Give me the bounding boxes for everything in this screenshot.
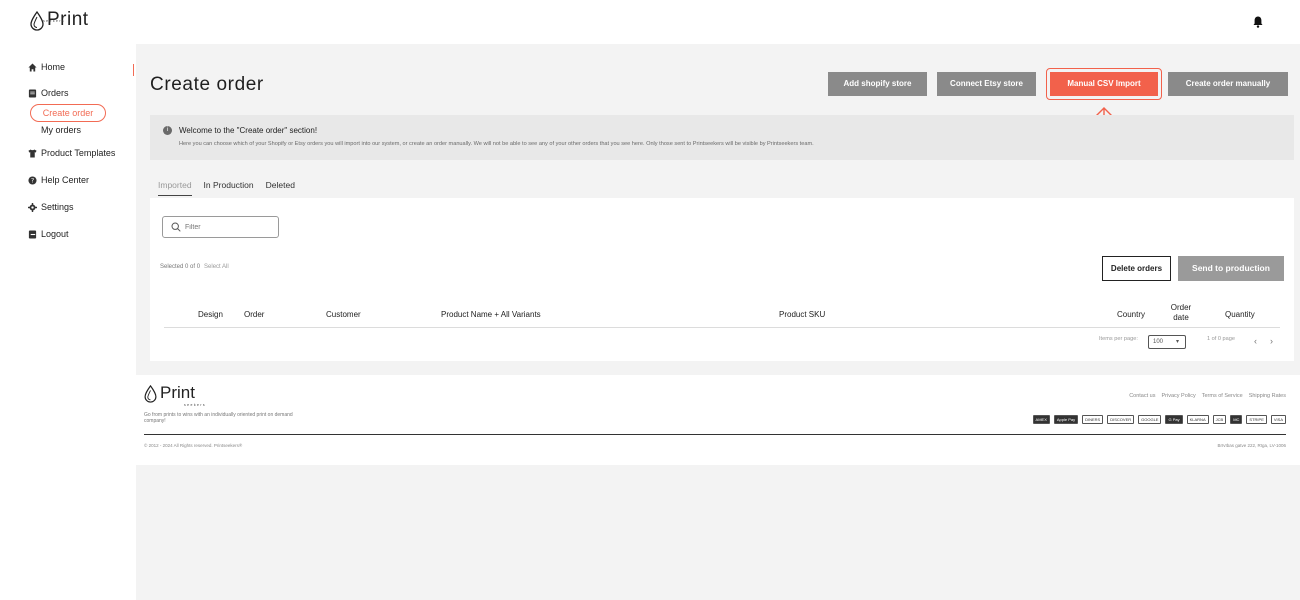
welcome-banner: i Welcome to the "Create order" section!… bbox=[150, 115, 1294, 160]
sidebar-item-product-templates[interactable]: Product Templates bbox=[28, 148, 115, 158]
items-per-page-label: Items per page: bbox=[1099, 336, 1138, 342]
create-order-manually-button[interactable]: Create order manually bbox=[1168, 72, 1288, 96]
footer-link-shipping[interactable]: Shipping Rates bbox=[1249, 393, 1286, 399]
items-per-page-value: 100 bbox=[1153, 339, 1164, 345]
sidebar-item-settings[interactable]: Settings bbox=[28, 202, 74, 212]
home-icon bbox=[28, 62, 37, 72]
column-header-order[interactable]: Order bbox=[244, 310, 264, 319]
add-shopify-store-button[interactable]: Add shopify store bbox=[828, 72, 927, 96]
footer-link-terms[interactable]: Terms of Service bbox=[1202, 393, 1243, 399]
discover-icon: DISCOVER bbox=[1107, 415, 1135, 424]
column-header-country[interactable]: Country bbox=[1117, 310, 1145, 319]
sidebar-item-my-orders[interactable]: My orders bbox=[41, 125, 81, 135]
sidebar: Home Orders Create order My orders Produ… bbox=[0, 44, 136, 600]
filter-input[interactable] bbox=[185, 223, 275, 231]
active-indicator bbox=[133, 64, 134, 76]
sidebar-item-label: Settings bbox=[41, 202, 74, 212]
manual-csv-import-button[interactable]: Manual CSV Import bbox=[1050, 72, 1158, 96]
page-title: Create order bbox=[150, 74, 264, 95]
next-page-icon[interactable]: › bbox=[1270, 336, 1273, 346]
order-tabs: Imported In Production Deleted bbox=[158, 180, 295, 196]
sidebar-item-label: Product Templates bbox=[41, 148, 116, 158]
caret-down-icon: ▾ bbox=[1175, 339, 1179, 345]
column-header-product-name[interactable]: Product Name + All Variants bbox=[441, 310, 541, 319]
page-info: 1 of 0 page bbox=[1207, 336, 1235, 342]
items-per-page-select[interactable]: 100 ▾ bbox=[1148, 335, 1186, 349]
tab-in-production[interactable]: In Production bbox=[204, 180, 254, 196]
bell-icon[interactable] bbox=[1253, 16, 1263, 28]
footer-brand-sub: seekers bbox=[184, 403, 207, 407]
filter-box[interactable] bbox=[162, 216, 279, 238]
drop-logo-icon bbox=[30, 11, 44, 31]
column-header-product-sku[interactable]: Product SKU bbox=[779, 310, 825, 319]
column-header-quantity[interactable]: Quantity bbox=[1225, 310, 1255, 319]
sidebar-item-label: Home bbox=[41, 62, 66, 72]
prev-page-icon[interactable]: ‹ bbox=[1254, 336, 1257, 346]
footer-link-privacy[interactable]: Privacy Policy bbox=[1161, 393, 1195, 399]
footer-brand-name: Print bbox=[160, 383, 195, 402]
selected-count: Selected 0 of 0 bbox=[160, 264, 201, 270]
search-icon bbox=[171, 222, 181, 232]
brand-sub: seekers bbox=[43, 19, 66, 23]
footer-links: Contact us Privacy Policy Terms of Servi… bbox=[1129, 393, 1286, 399]
mastercard-icon: MC bbox=[1230, 415, 1243, 424]
table-header-divider bbox=[164, 327, 1280, 328]
logout-icon bbox=[28, 229, 37, 239]
footer-tagline: Go from prints to wins with an individua… bbox=[144, 412, 293, 424]
selection-info: Selected 0 of 0 Select All bbox=[160, 264, 229, 270]
footer-copyright: © 2012 - 2024 All Rights reserved. Print… bbox=[144, 443, 243, 448]
sidebar-item-home[interactable]: Home bbox=[28, 62, 65, 72]
shirt-icon bbox=[28, 148, 37, 158]
diners-icon: DINERS bbox=[1082, 415, 1104, 424]
svg-text:?: ? bbox=[31, 177, 34, 184]
tab-deleted[interactable]: Deleted bbox=[266, 180, 295, 196]
welcome-title: Welcome to the "Create order" section! bbox=[179, 126, 318, 135]
footer-link-contact[interactable]: Contact us bbox=[1129, 393, 1155, 399]
drop-logo-icon bbox=[144, 385, 157, 403]
send-to-production-button[interactable]: Send to production bbox=[1178, 256, 1284, 281]
column-header-design[interactable]: Design bbox=[198, 310, 223, 319]
help-icon: ? bbox=[28, 175, 37, 184]
column-header-customer[interactable]: Customer bbox=[326, 310, 361, 319]
select-all-link[interactable]: Select All bbox=[204, 264, 229, 270]
footer-divider bbox=[144, 434, 1286, 435]
sidebar-item-logout[interactable]: Logout bbox=[28, 229, 69, 239]
sidebar-item-label: Help Center bbox=[41, 175, 90, 185]
orders-panel: Selected 0 of 0Select All Delete orders … bbox=[150, 198, 1294, 361]
footer: Print seekers Go from prints to wins wit… bbox=[136, 375, 1300, 465]
info-icon: i bbox=[163, 126, 172, 135]
amex-icon: AMEX bbox=[1032, 415, 1050, 424]
footer-logo[interactable]: Print bbox=[144, 383, 195, 403]
top-bar: Print seekers bbox=[0, 0, 1300, 44]
apple-pay-icon: Apple Pay bbox=[1053, 415, 1079, 424]
google-pay-icon: G Pay bbox=[1165, 415, 1183, 424]
connect-etsy-store-button[interactable]: Connect Etsy store bbox=[937, 72, 1036, 96]
klarna-icon: KLARNA bbox=[1186, 415, 1209, 424]
jcb-icon: JCB bbox=[1212, 415, 1227, 424]
tab-imported[interactable]: Imported bbox=[158, 180, 192, 196]
delete-orders-button[interactable]: Delete orders bbox=[1102, 256, 1171, 281]
welcome-text: Here you can choose which of your Shopif… bbox=[179, 141, 814, 147]
stripe-icon: STRIPE bbox=[1246, 415, 1267, 424]
sidebar-item-label: Logout bbox=[41, 229, 69, 239]
google-icon: GOOGLE bbox=[1138, 415, 1162, 424]
footer-address: Brīvības gatve 222, Rīga, LV-1006 bbox=[1217, 443, 1286, 448]
sidebar-item-create-order[interactable]: Create order bbox=[30, 104, 106, 122]
sidebar-item-help-center[interactable]: ? Help Center bbox=[28, 175, 89, 185]
visa-icon: VISA bbox=[1270, 415, 1286, 424]
column-header-order-date[interactable]: Order date bbox=[1166, 303, 1196, 323]
payment-methods: AMEX Apple Pay DINERS DISCOVER GOOGLE G … bbox=[1032, 415, 1286, 424]
sidebar-item-orders[interactable]: Orders bbox=[28, 88, 69, 98]
sidebar-item-label: Orders bbox=[41, 88, 69, 98]
orders-icon bbox=[28, 88, 37, 98]
gear-icon bbox=[28, 202, 37, 212]
